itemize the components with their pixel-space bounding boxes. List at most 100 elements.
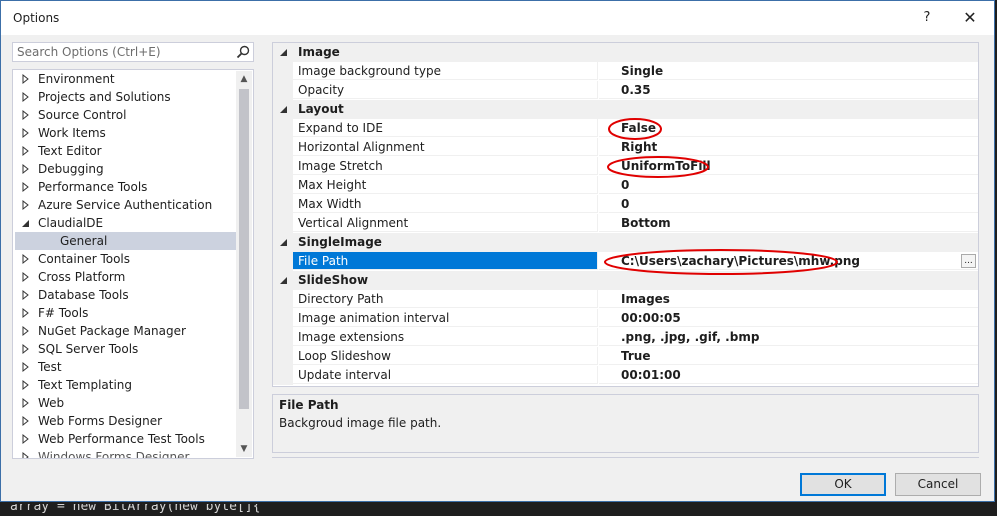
collapsed-arrow-icon[interactable] — [21, 448, 31, 459]
property-row[interactable]: Image animation interval 00:00:05 — [273, 309, 978, 328]
property-value[interactable]: False — [599, 119, 978, 137]
collapsed-arrow-icon[interactable] — [21, 250, 31, 268]
collapsed-arrow-icon[interactable] — [21, 376, 31, 394]
property-value[interactable]: Bottom — [599, 214, 978, 232]
tree-item[interactable]: F# Tools — [13, 304, 237, 322]
tree-item[interactable]: Web — [13, 394, 237, 412]
collapse-arrow-icon[interactable] — [279, 271, 289, 290]
tree-item[interactable]: Source Control — [13, 106, 237, 124]
tree-item[interactable]: Windows Forms Designer — [13, 448, 237, 459]
tree-item[interactable]: ClaudialDE — [13, 214, 237, 232]
collapsed-arrow-icon[interactable] — [21, 322, 31, 340]
close-button[interactable]: ✕ — [956, 7, 984, 29]
tree-item-label: Container Tools — [38, 252, 131, 266]
collapsed-arrow-icon[interactable] — [21, 430, 31, 448]
tree-item[interactable]: Projects and Solutions — [13, 88, 237, 106]
row-gutter — [273, 119, 293, 138]
property-value[interactable]: UniformToFill — [599, 157, 978, 175]
collapsed-arrow-icon[interactable] — [21, 70, 31, 88]
tree-item[interactable]: Web Performance Test Tools — [13, 430, 237, 448]
collapsed-arrow-icon[interactable] — [21, 268, 31, 286]
property-value[interactable]: Single — [599, 62, 978, 80]
help-button[interactable]: ? — [913, 7, 941, 29]
collapsed-arrow-icon[interactable] — [21, 142, 31, 160]
collapsed-arrow-icon[interactable] — [21, 394, 31, 412]
scroll-thumb[interactable] — [239, 89, 249, 409]
property-value[interactable]: True — [599, 347, 978, 365]
category-row[interactable]: Image — [273, 43, 978, 62]
property-name: Update interval — [293, 366, 598, 384]
tree-item[interactable]: Text Templating — [13, 376, 237, 394]
property-name: Expand to IDE — [293, 119, 598, 137]
property-row[interactable]: Update interval 00:01:00 — [273, 366, 978, 385]
category-row[interactable]: SlideShow — [273, 271, 978, 290]
description-title: File Path — [279, 398, 339, 412]
scroll-down-icon[interactable]: ▼ — [236, 441, 252, 457]
property-row[interactable]: Image extensions .png, .jpg, .gif, .bmp — [273, 328, 978, 347]
property-row[interactable]: Directory Path Images — [273, 290, 978, 309]
collapsed-arrow-icon[interactable] — [21, 286, 31, 304]
scroll-up-icon[interactable]: ▲ — [236, 71, 252, 87]
property-row[interactable]: Image Stretch UniformToFill — [273, 157, 978, 176]
property-value[interactable]: 0 — [599, 176, 978, 194]
search-box — [12, 42, 254, 62]
collapsed-arrow-icon[interactable] — [21, 124, 31, 142]
property-row[interactable]: File Path C:\Users\zachary\Pictures\mhw.p… — [273, 252, 978, 271]
browse-button[interactable]: ... — [961, 254, 976, 268]
property-value[interactable]: 0 — [599, 195, 978, 213]
collapse-arrow-icon[interactable] — [279, 100, 289, 119]
tree-item[interactable]: Web Forms Designer — [13, 412, 237, 430]
search-input[interactable] — [13, 43, 239, 61]
tree-item[interactable]: General — [15, 232, 237, 250]
property-row[interactable]: Max Height 0 — [273, 176, 978, 195]
tree-item[interactable]: Azure Service Authentication — [13, 196, 237, 214]
tree-item[interactable]: SQL Server Tools — [13, 340, 237, 358]
property-row[interactable]: Opacity 0.35 — [273, 81, 978, 100]
property-row[interactable]: Expand to IDE False — [273, 119, 978, 138]
property-value-text: Single — [621, 64, 664, 78]
expanded-arrow-icon[interactable] — [21, 214, 31, 232]
collapse-arrow-icon[interactable] — [279, 43, 289, 62]
tree-item[interactable]: Performance Tools — [13, 178, 237, 196]
property-value[interactable]: C:\Users\zachary\Pictures\mhw.png... — [599, 252, 978, 270]
collapsed-arrow-icon[interactable] — [21, 160, 31, 178]
cancel-button[interactable]: Cancel — [895, 473, 981, 496]
property-name: Image extensions — [293, 328, 598, 346]
tree-item[interactable]: Container Tools — [13, 250, 237, 268]
tree-item[interactable]: Debugging — [13, 160, 237, 178]
property-row[interactable]: Vertical Alignment Bottom — [273, 214, 978, 233]
collapsed-arrow-icon[interactable] — [21, 304, 31, 322]
collapsed-arrow-icon[interactable] — [21, 358, 31, 376]
property-value[interactable]: .png, .jpg, .gif, .bmp — [599, 328, 978, 346]
property-value[interactable]: Images — [599, 290, 978, 308]
collapsed-arrow-icon[interactable] — [21, 178, 31, 196]
property-value[interactable]: Right — [599, 138, 978, 156]
tree-item-label: Text Templating — [38, 378, 133, 392]
tree-item[interactable]: Cross Platform — [13, 268, 237, 286]
property-value[interactable]: 00:00:05 — [599, 309, 978, 327]
property-row[interactable]: Horizontal Alignment Right — [273, 138, 978, 157]
tree-item[interactable]: Database Tools — [13, 286, 237, 304]
property-name: Vertical Alignment — [293, 214, 598, 232]
category-row[interactable]: SingleImage — [273, 233, 978, 252]
search-icon[interactable] — [236, 45, 250, 59]
tree-item[interactable]: Environment — [13, 70, 237, 88]
property-value[interactable]: 00:01:00 — [599, 366, 978, 384]
tree-item[interactable]: NuGet Package Manager — [13, 322, 237, 340]
collapsed-arrow-icon[interactable] — [21, 196, 31, 214]
collapsed-arrow-icon[interactable] — [21, 340, 31, 358]
collapsed-arrow-icon[interactable] — [21, 106, 31, 124]
collapse-arrow-icon[interactable] — [279, 233, 289, 252]
collapsed-arrow-icon[interactable] — [21, 88, 31, 106]
ok-button[interactable]: OK — [800, 473, 886, 496]
property-row[interactable]: Max Width 0 — [273, 195, 978, 214]
property-value[interactable]: 0.35 — [599, 81, 978, 99]
tree-item[interactable]: Work Items — [13, 124, 237, 142]
collapsed-arrow-icon[interactable] — [21, 412, 31, 430]
tree-scrollbar[interactable]: ▲ ▼ — [236, 71, 252, 457]
category-row[interactable]: Layout — [273, 100, 978, 119]
property-row[interactable]: Loop Slideshow True — [273, 347, 978, 366]
tree-item[interactable]: Text Editor — [13, 142, 237, 160]
tree-item[interactable]: Test — [13, 358, 237, 376]
property-row[interactable]: Image background type Single — [273, 62, 978, 81]
